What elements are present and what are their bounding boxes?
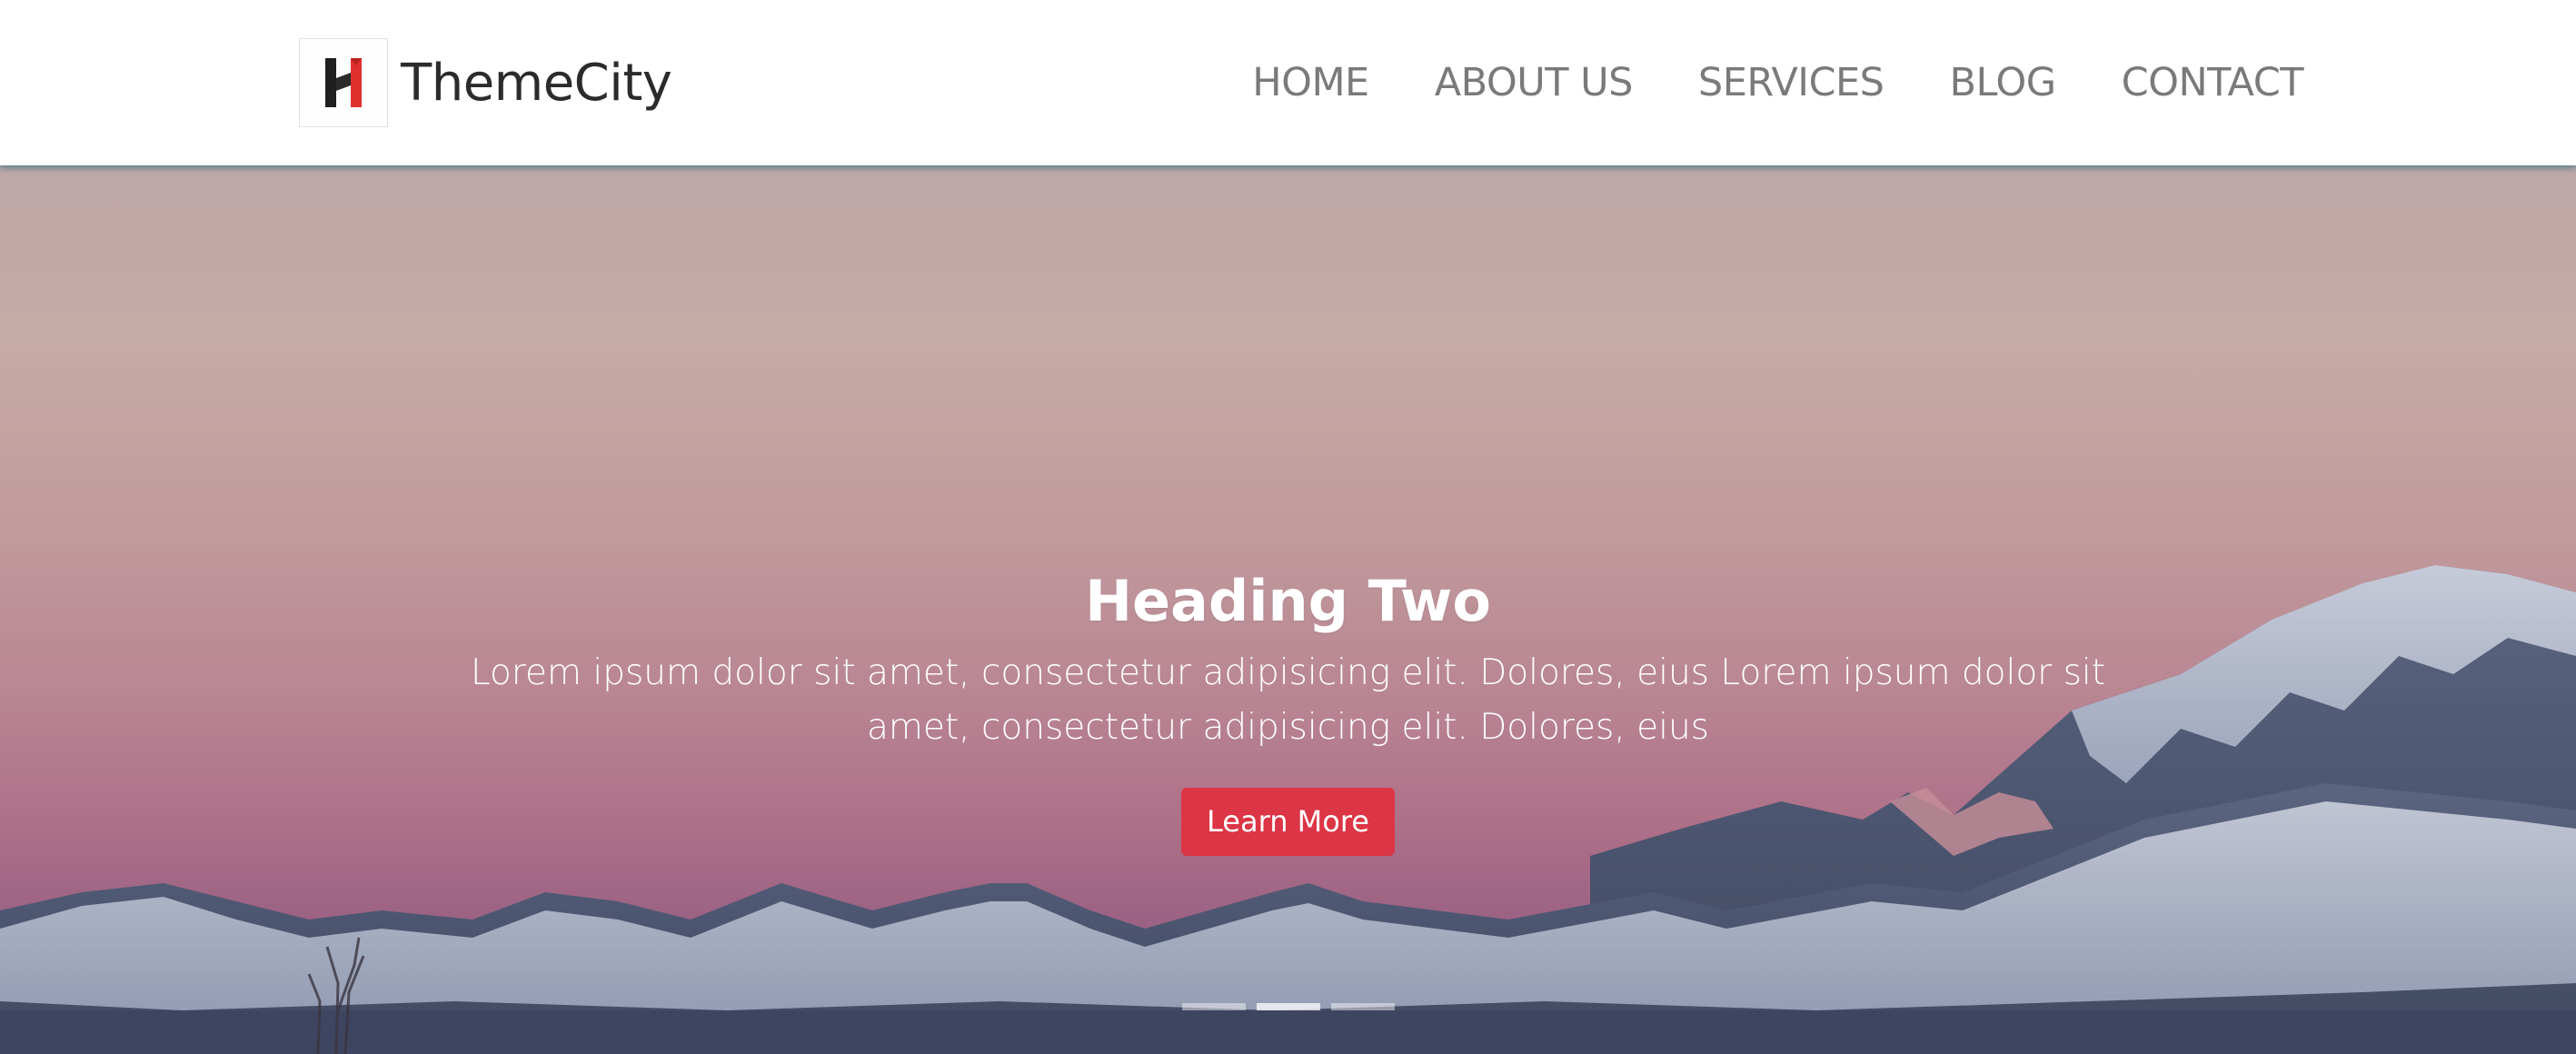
brand-link[interactable]: ThemeCity xyxy=(299,37,672,128)
carousel-indicators xyxy=(0,1003,2576,1010)
slide-heading: Heading Two xyxy=(1085,568,1491,634)
carousel-indicator-1[interactable] xyxy=(1181,1003,1246,1010)
nav-link-home[interactable]: HOME xyxy=(1252,60,1369,105)
slide-text: Lorem ipsum dolor sit amet, consectetur … xyxy=(470,651,2106,748)
main-nav: HOME ABOUT US SERVICES BLOG CONTACT xyxy=(1187,0,2303,165)
nav-link-contact[interactable]: CONTACT xyxy=(2122,60,2304,105)
nav-link-about-us[interactable]: ABOUT US xyxy=(1435,60,1634,105)
themecity-logo-icon xyxy=(299,38,388,127)
carousel-indicator-2[interactable] xyxy=(1256,1003,1320,1010)
carousel-caption: Heading Two Lorem ipsum dolor sit amet, … xyxy=(0,565,2576,856)
learn-more-button[interactable]: Learn More xyxy=(1181,787,1395,856)
nav-link-blog[interactable]: BLOG xyxy=(1949,60,2056,105)
navbar: ThemeCity HOME ABOUT US SERVICES BLOG CO… xyxy=(0,0,2576,165)
hero-carousel: Heading Two Lorem ipsum dolor sit amet, … xyxy=(0,165,2576,1054)
brand-name: ThemeCity xyxy=(401,53,672,113)
carousel-indicator-3[interactable] xyxy=(1330,1003,1395,1010)
nav-link-services[interactable]: SERVICES xyxy=(1698,60,1885,105)
